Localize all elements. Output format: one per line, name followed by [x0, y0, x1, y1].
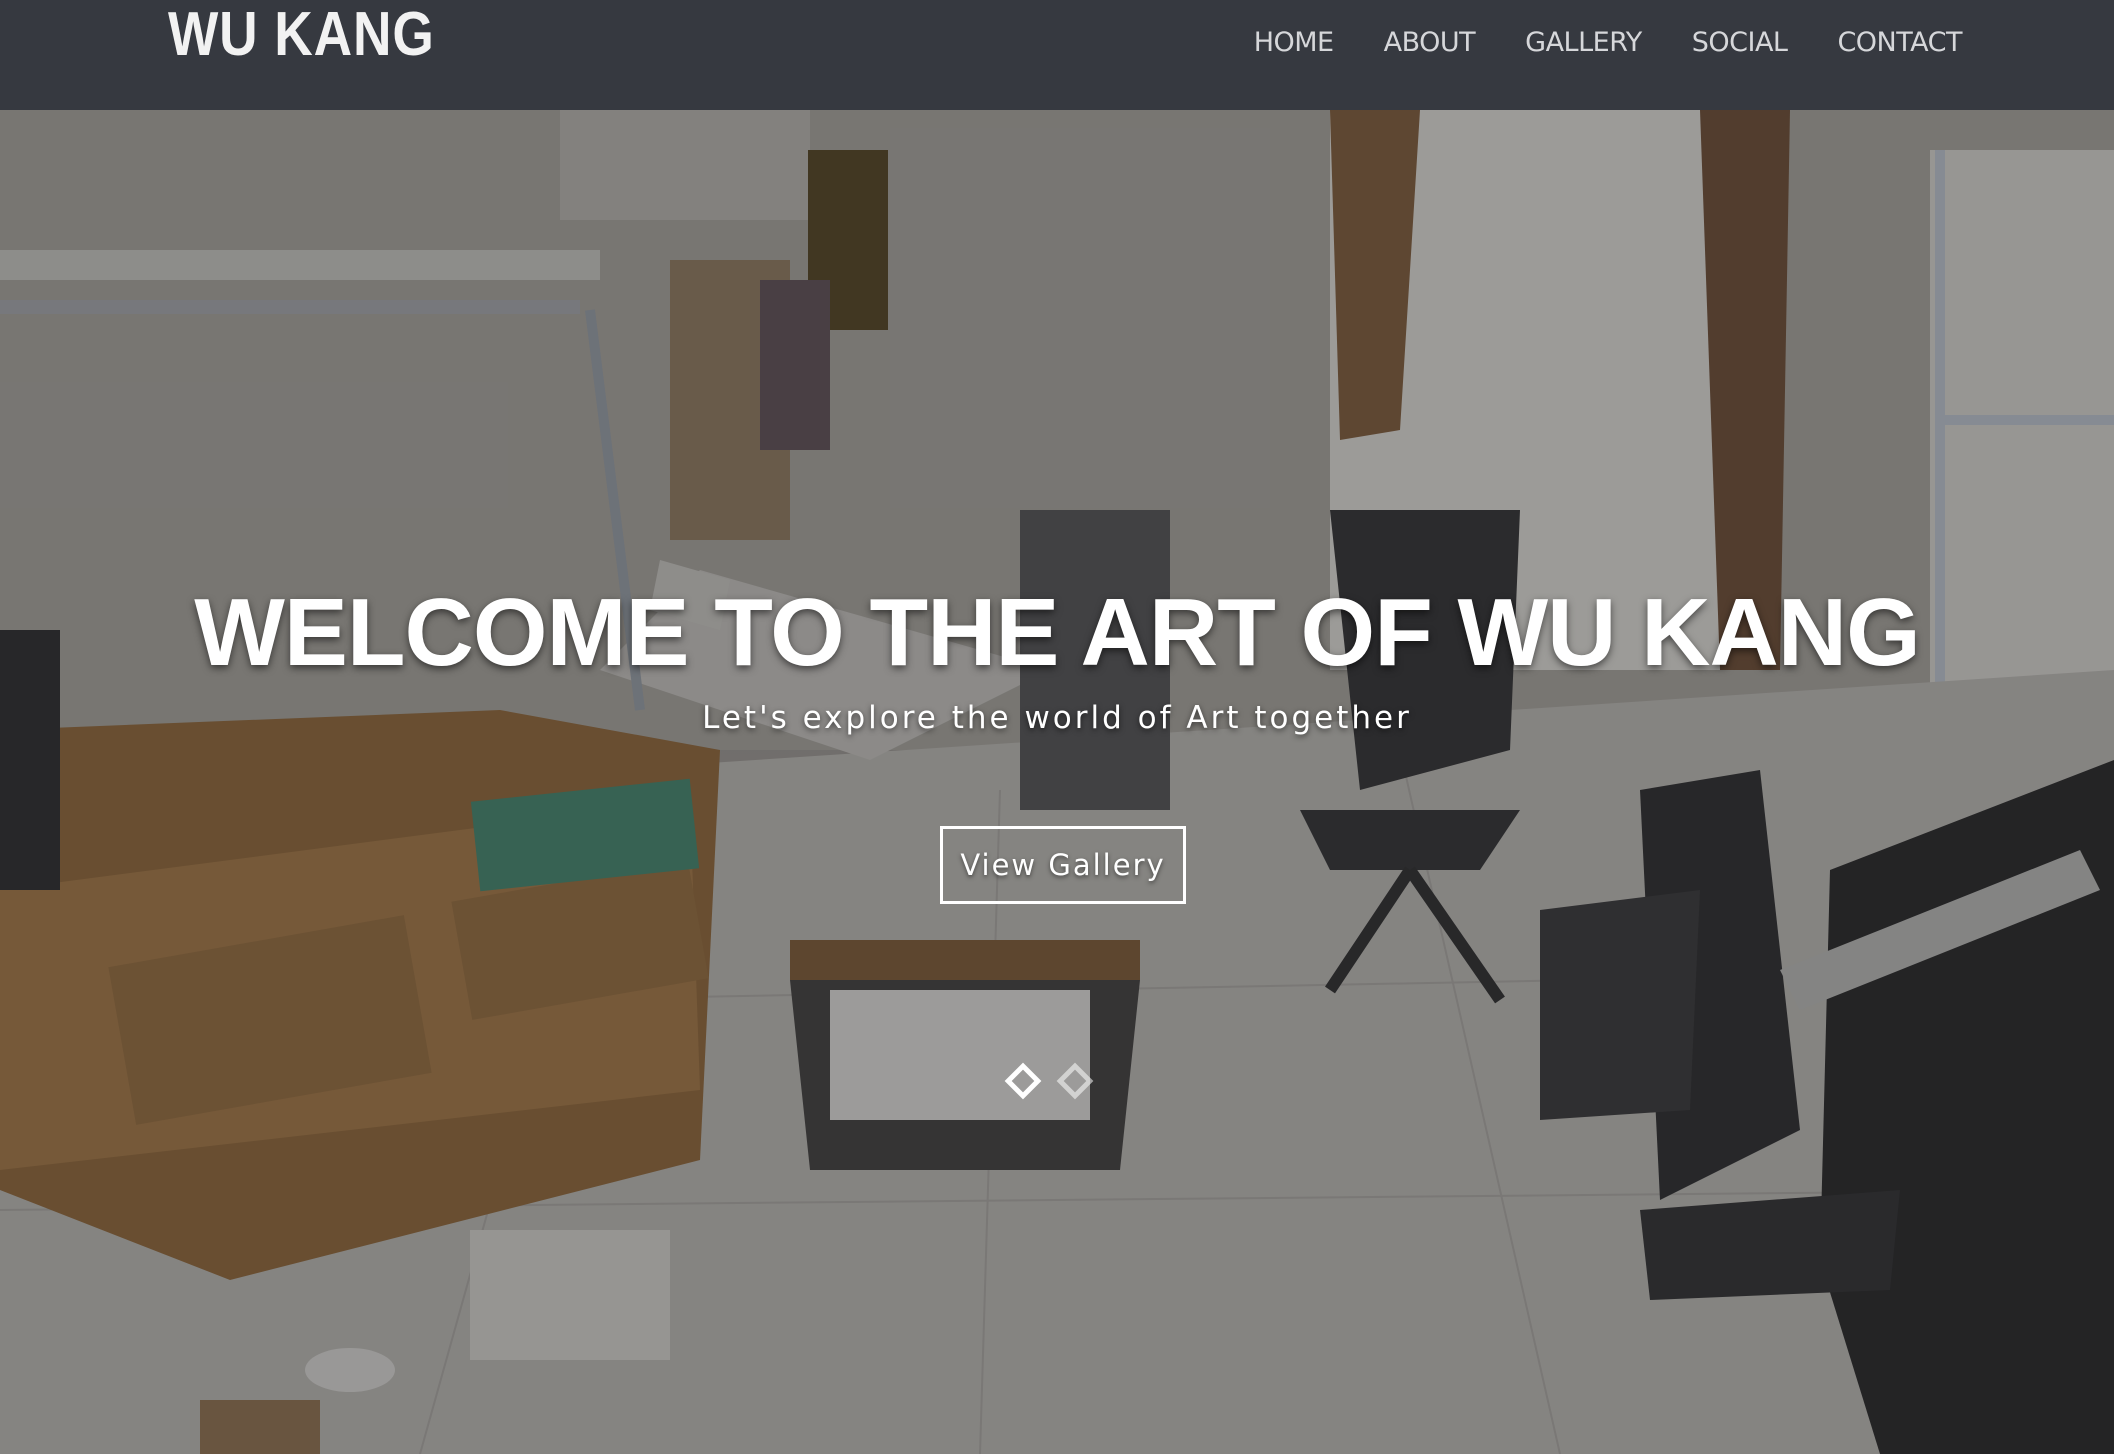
- hero-content: WELCOME TO THE ART OF WU KANG Let's expl…: [0, 110, 2114, 1454]
- slide-indicator-1[interactable]: [1004, 1062, 1042, 1100]
- nav-about-link[interactable]: ABOUT: [1384, 24, 1476, 62]
- nav-social-link[interactable]: SOCIAL: [1692, 24, 1788, 62]
- nav-contact-link[interactable]: CONTACT: [1837, 24, 1962, 62]
- slide-indicator-2[interactable]: [1056, 1062, 1094, 1100]
- view-gallery-button[interactable]: View Gallery: [940, 826, 1186, 904]
- hero-section: WELCOME TO THE ART OF WU KANG Let's expl…: [0, 110, 2114, 1454]
- main-nav: HOME ABOUT GALLERY SOCIAL CONTACT: [1254, 24, 1963, 62]
- hero-subtitle: Let's explore the world of Art together: [702, 700, 1412, 736]
- nav-home-link[interactable]: HOME: [1254, 24, 1334, 62]
- hero-title: WELCOME TO THE ART OF WU KANG: [194, 579, 1921, 686]
- top-navbar: WU KANG HOME ABOUT GALLERY SOCIAL CONTAC…: [0, 0, 2114, 110]
- nav-gallery-link[interactable]: GALLERY: [1525, 24, 1642, 62]
- slider-indicators: [1004, 1062, 1094, 1100]
- brand-logo[interactable]: WU KANG: [168, 2, 435, 68]
